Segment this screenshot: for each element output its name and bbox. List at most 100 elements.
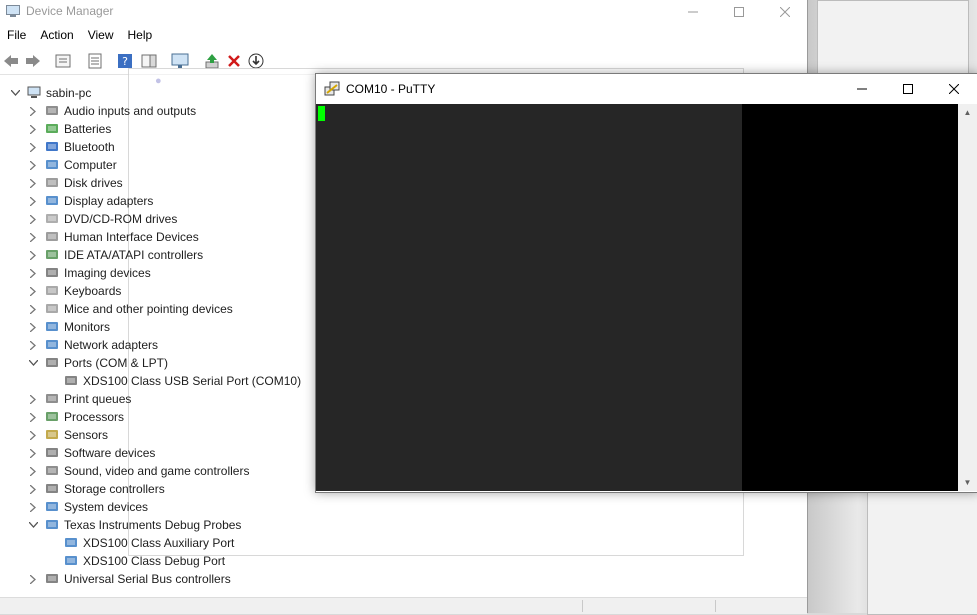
port-icon: [46, 358, 58, 367]
putty-window: COM10 - PuTTY ▲ ▼: [315, 73, 977, 493]
back-button[interactable]: [2, 52, 20, 70]
menu-bar: File Action View Help: [0, 26, 159, 46]
scroll-up-arrow-icon[interactable]: ▲: [958, 104, 977, 121]
keyboard-icon: [46, 286, 58, 295]
svg-text:?: ?: [122, 55, 128, 68]
chevron-right-icon[interactable]: [28, 336, 38, 354]
sensor-icon: [46, 430, 58, 439]
putty-icon: [324, 81, 340, 96]
status-divider: [715, 600, 716, 612]
properties-toolbar-button[interactable]: [54, 52, 72, 70]
chevron-right-icon[interactable]: [28, 282, 38, 300]
computer-root-icon: [27, 86, 41, 98]
chevron-right-icon[interactable]: [28, 156, 38, 174]
storage-controller-icon: [46, 484, 58, 493]
chevron-down-icon[interactable]: [28, 354, 38, 372]
minimize-icon: [688, 11, 698, 13]
chevron-right-icon[interactable]: [28, 192, 38, 210]
chevron-right-icon[interactable]: [28, 480, 38, 498]
tree-item-label: Keyboards: [64, 284, 122, 298]
scroll-down-arrow-icon[interactable]: ▼: [958, 474, 977, 491]
update-driver-icon: [205, 54, 219, 69]
maximize-icon: [734, 7, 744, 17]
battery-icon: [46, 124, 58, 133]
status-divider: [582, 600, 583, 612]
forward-button[interactable]: [24, 52, 42, 70]
chevron-right-icon[interactable]: [28, 462, 38, 480]
tree-item-label: System devices: [64, 500, 149, 514]
chevron-right-icon[interactable]: [28, 174, 38, 192]
tree-item-label: Bluetooth: [64, 140, 115, 154]
minimize-button[interactable]: [670, 0, 716, 24]
close-button[interactable]: [762, 0, 808, 24]
menu-action[interactable]: Action: [33, 26, 80, 46]
chevron-down-icon[interactable]: [10, 84, 20, 102]
processor-icon: [46, 412, 58, 421]
putty-minimize-button[interactable]: [839, 74, 885, 104]
chevron-right-icon[interactable]: [28, 426, 38, 444]
tree-item-label: Human Interface Devices: [64, 230, 199, 244]
tree-item-label: Print queues: [64, 392, 132, 406]
action-pane-icon: [141, 54, 157, 68]
tree-item-label: XDS100 Class Debug Port: [83, 554, 226, 568]
terminal-shaded-region: [316, 104, 742, 491]
chevron-right-icon[interactable]: [28, 444, 38, 462]
chevron-down-icon[interactable]: [28, 516, 38, 534]
uninstall-x-icon: [228, 55, 240, 67]
chevron-right-icon[interactable]: [28, 408, 38, 426]
terminal-area[interactable]: [316, 104, 958, 491]
help-icon: ?: [118, 54, 132, 68]
system-device-icon: [46, 502, 58, 511]
chevron-right-icon[interactable]: [28, 570, 38, 588]
tree-item-label: Display adapters: [64, 194, 154, 208]
chevron-right-icon[interactable]: [28, 102, 38, 120]
chevron-right-icon[interactable]: [28, 318, 38, 336]
chevron-right-icon[interactable]: [28, 246, 38, 264]
chevron-right-icon[interactable]: [28, 210, 38, 228]
disk-drive-icon: [46, 178, 58, 187]
usb-icon: [46, 574, 58, 583]
menu-file[interactable]: File: [0, 26, 33, 46]
chevron-right-icon[interactable]: [28, 228, 38, 246]
network-adapter-icon: [46, 340, 58, 349]
maximize-button[interactable]: [716, 0, 762, 24]
tree-item-label: Batteries: [64, 122, 112, 136]
putty-window-title: COM10 - PuTTY: [346, 82, 436, 96]
tree-item-label: Universal Serial Bus controllers: [64, 572, 231, 586]
bluetooth-icon: [46, 142, 58, 151]
tree-item-label: Computer: [64, 158, 117, 172]
display-adapter-icon: [46, 196, 58, 205]
menu-help[interactable]: Help: [121, 26, 160, 46]
scan-monitor-icon: [171, 53, 189, 68]
terminal-scrollbar[interactable]: ▲ ▼: [958, 104, 977, 491]
putty-maximize-button[interactable]: [885, 74, 931, 104]
console-tree-icon: [88, 53, 102, 69]
close-icon: [949, 84, 959, 94]
menu-view[interactable]: View: [81, 26, 121, 46]
chevron-right-icon[interactable]: [28, 300, 38, 318]
putty-close-button[interactable]: [931, 74, 977, 104]
tree-item-label: Software devices: [64, 446, 156, 460]
chevron-right-icon[interactable]: [28, 120, 38, 138]
chevron-right-icon[interactable]: [28, 264, 38, 282]
camera-icon: [46, 268, 58, 277]
tree-item-label: Disk drives: [64, 176, 123, 190]
forward-arrow-icon: [26, 55, 40, 67]
chevron-right-icon[interactable]: [28, 498, 38, 516]
chevron-right-icon[interactable]: [28, 390, 38, 408]
putty-title-bar[interactable]: COM10 - PuTTY: [316, 74, 977, 104]
port-connector-icon: [65, 376, 77, 385]
device-manager-icon: [6, 5, 20, 17]
tree-item-label: IDE ATA/ATAPI controllers: [64, 248, 204, 262]
title-bar[interactable]: Device Manager: [0, 0, 807, 24]
tree-item-label: XDS100 Class Auxiliary Port: [83, 536, 235, 550]
tree-item-label: Audio inputs and outputs: [64, 104, 197, 118]
chevron-right-icon[interactable]: [28, 138, 38, 156]
tree-item-label: Processors: [64, 410, 125, 424]
tree-item-label: Network adapters: [64, 338, 159, 352]
debug-port-icon: [65, 538, 77, 547]
tree-item-label: Ports (COM & LPT): [64, 356, 169, 370]
dvd-drive-icon: [46, 214, 58, 223]
enable-device-icon: [248, 53, 264, 69]
show-hide-console-button[interactable]: [86, 52, 104, 70]
